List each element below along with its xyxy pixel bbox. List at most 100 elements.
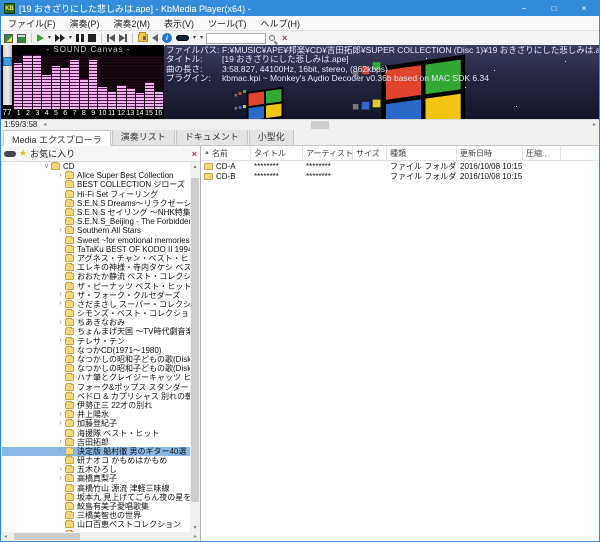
tree-vertical-scrollbar[interactable]: ▴ ▾ <box>190 162 200 532</box>
scroll-left-icon[interactable]: ◂ <box>1 532 10 541</box>
column-header-4[interactable]: 種類 <box>387 146 457 160</box>
seek-thumb[interactable] <box>311 121 329 129</box>
chevron-right-icon[interactable]: › <box>56 337 65 345</box>
favorites-star-icon[interactable]: ★ <box>19 148 27 159</box>
seek-right-arrow-icon[interactable]: ▸ <box>590 120 599 130</box>
tree-item-19[interactable]: なつかCD(1971～1980) <box>2 346 190 355</box>
column-header-0[interactable]: ▲名前 <box>201 146 251 160</box>
tree-item-4[interactable]: S.E.N.S セイリング ～NHK特集「 <box>2 208 190 217</box>
tree-item-23[interactable]: フォーク&ポップス スタンダード・セ <box>2 383 190 392</box>
tree-item-1[interactable]: BEST COLLECTION ジローズ <box>2 180 190 189</box>
column-header-6[interactable]: 圧縮.. <box>523 146 561 160</box>
chevron-right-icon[interactable]: › <box>56 466 65 474</box>
volume-slider[interactable] <box>3 45 12 105</box>
tree-item-32[interactable]: ›五木ひろし <box>2 465 190 474</box>
tree-item-27[interactable]: ›加藤登紀子 <box>2 419 190 428</box>
open-drive-button[interactable] <box>16 32 27 44</box>
tree-item-10[interactable]: エレキの神様・寺内タケシ ベスト <box>2 263 190 272</box>
tree-item-6[interactable]: ›Southern All Stars <box>2 226 190 235</box>
tree-item-31[interactable]: 研ナオコ かもめはかもめ <box>2 456 190 465</box>
tree-item-25[interactable]: 伊勢正三 22才の別れ <box>2 401 190 410</box>
menu-item-3[interactable]: 表示(V) <box>157 16 201 31</box>
title-bar[interactable]: KB [19 おきざりにした悲しみは.ape] - KbMedia Player… <box>1 1 599 16</box>
scroll-down-icon[interactable]: ▾ <box>193 523 196 532</box>
tree-item-7[interactable]: Sweet ~for emotional memories~ <box>2 236 190 245</box>
tab-3[interactable]: 小型化 <box>249 127 294 145</box>
pause-button[interactable] <box>75 32 85 44</box>
tree-root-cd[interactable]: ∨CD <box>2 162 190 171</box>
chevron-right-icon[interactable]: › <box>56 300 65 308</box>
column-header-2[interactable]: アーティスト <box>303 146 353 160</box>
tree-item-28[interactable]: 海援隊 ベスト・ヒット <box>2 428 190 437</box>
visual-settings-button[interactable] <box>175 32 190 44</box>
extra-dropdown[interactable]: ▾ <box>199 32 204 44</box>
tree-item-24[interactable]: ペドロ & カプリシャス 別れの朝 <box>2 392 190 401</box>
tree-item-33[interactable]: ›高橋真梨子 <box>2 474 190 483</box>
chevron-right-icon[interactable]: › <box>56 438 65 446</box>
seek-bar[interactable]: ◂ ▸ <box>40 120 599 130</box>
tree-horizontal-scrollbar[interactable]: ◂ ▸ <box>1 532 200 541</box>
tree-item-21[interactable]: なつかしの昭和子どもの歌(Disk2 <box>2 364 190 373</box>
menu-item-2[interactable]: 演奏2(M) <box>107 16 158 31</box>
tree-item-37[interactable]: 三橋美智也の世界 <box>2 511 190 520</box>
scroll-up-icon[interactable]: ▴ <box>193 162 196 171</box>
seek-track[interactable] <box>49 120 590 130</box>
tree-item-36[interactable]: 鮫島有美子愛唱歌集 <box>2 502 190 511</box>
next-track-button[interactable] <box>118 32 128 44</box>
tree-item-18[interactable]: ›テレサ・テン <box>2 337 190 346</box>
column-header-1[interactable]: タイトル <box>251 146 303 160</box>
tab-1[interactable]: 演奏リスト <box>112 127 175 145</box>
menu-item-1[interactable]: 演奏(P) <box>63 16 107 31</box>
tree-item-0[interactable]: ›Alice Super Best Collection <box>2 171 190 180</box>
tree-hscroll-thumb[interactable] <box>14 533 80 540</box>
chevron-right-icon[interactable]: › <box>56 319 65 327</box>
clear-search-button[interactable]: × <box>281 32 288 44</box>
volume-slider-thumb[interactable] <box>3 57 12 66</box>
tree-item-2[interactable]: Hi-Fi Set フィーリング <box>2 190 190 199</box>
tab-2[interactable]: ドキュメント <box>176 127 248 145</box>
tree-vscroll-thumb[interactable] <box>191 178 199 502</box>
fast-forward-dropdown[interactable]: ▾ <box>68 32 73 44</box>
chevron-right-icon[interactable]: › <box>56 291 65 299</box>
tree-item-11[interactable]: おおたか静流 ベスト・コレクション <box>2 272 190 281</box>
chevron-right-icon[interactable]: › <box>56 475 65 483</box>
open-file-button[interactable] <box>3 32 14 44</box>
close-favorites-icon[interactable]: × <box>192 149 197 159</box>
info-button[interactable]: i <box>161 32 173 44</box>
file-list-row-0[interactable]: CD-A****************ファイル フォルダー2016/10/08… <box>201 161 599 171</box>
minimize-button[interactable]: − <box>509 1 539 16</box>
tree-item-22[interactable]: ハナ肇とクレイジーキャッツ ヒット <box>2 373 190 382</box>
seek-left-arrow-icon[interactable]: ◂ <box>40 120 49 130</box>
menu-item-4[interactable]: ツール(T) <box>201 16 254 31</box>
search-button[interactable] <box>268 32 279 44</box>
tree-item-30[interactable]: ›決定版 船村徹 男のギター40選 <box>2 447 190 456</box>
chevron-right-icon[interactable]: › <box>56 411 65 419</box>
chevron-right-icon[interactable]: › <box>56 420 65 428</box>
tree-item-13[interactable]: ›ザ・フォーク・クルセダーズ <box>2 291 190 300</box>
column-header-5[interactable]: 更新日時 <box>457 146 523 160</box>
tree-item-16[interactable]: ›ちあきなおみ <box>2 318 190 327</box>
tree-item-29[interactable]: ›吉田拓郎 <box>2 438 190 447</box>
tree-item-5[interactable]: S.E.N.S_Beijing - The Forbidden <box>2 217 190 226</box>
tree-item-35[interactable]: 坂本九 見上げてごらん夜の星を <box>2 493 190 502</box>
close-button[interactable]: × <box>569 1 599 16</box>
visual-dropdown[interactable]: ▾ <box>192 32 197 44</box>
tree-item-20[interactable]: なつかしの昭和子どもの歌(Disk1 <box>2 355 190 364</box>
glasses-icon[interactable] <box>4 151 16 157</box>
stop-button[interactable] <box>87 32 97 44</box>
tree-item-8[interactable]: TaTaKu BEST OF KODO II 1994 <box>2 245 190 254</box>
tree-item-14[interactable]: ›さだまさし スーパー・コレクション <box>2 300 190 309</box>
chevron-down-icon[interactable]: ∨ <box>42 163 51 171</box>
menu-item-0[interactable]: ファイル(F) <box>1 16 63 31</box>
file-list-row-1[interactable]: CD-B****************ファイル フォルダー2016/10/08… <box>201 171 599 181</box>
previous-track-button[interactable] <box>106 32 116 44</box>
tab-0[interactable]: Media エクスプローラ <box>3 130 111 146</box>
column-header-3[interactable]: サイズ <box>353 146 387 160</box>
tree-item-3[interactable]: S.E.N.S Dreams～リラクゼーション <box>2 199 190 208</box>
tree-item-38[interactable]: 山口百恵ベストコレクション <box>2 520 190 529</box>
play-button[interactable] <box>36 32 45 44</box>
maximize-button[interactable]: □ <box>539 1 569 16</box>
chevron-right-icon[interactable]: › <box>56 172 65 180</box>
scroll-right-icon[interactable]: ▸ <box>191 532 200 541</box>
search-input[interactable] <box>206 33 266 44</box>
